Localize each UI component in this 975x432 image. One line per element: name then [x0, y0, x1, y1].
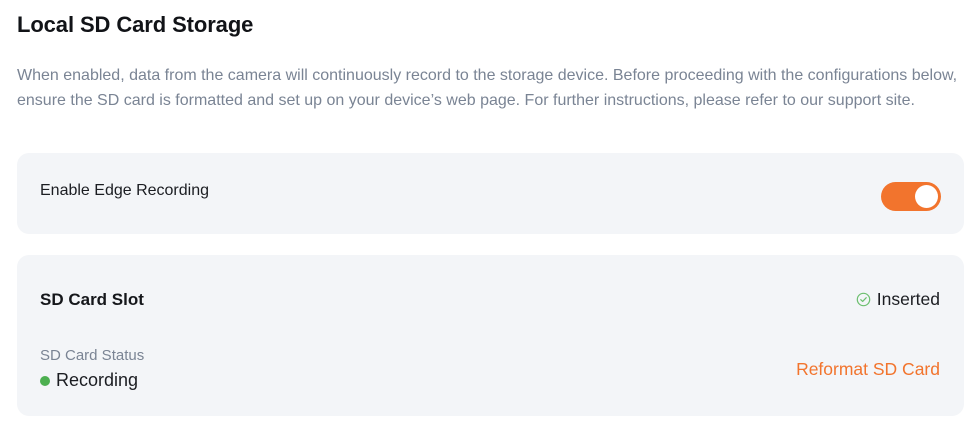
section-title: Local SD Card Storage — [17, 12, 254, 37]
section-description: When enabled, data from the camera will … — [17, 67, 958, 109]
check-circle-icon — [856, 292, 871, 307]
edge-recording-card: Enable Edge Recording — [17, 153, 964, 234]
sd-card-slot-state: Inserted — [856, 289, 940, 310]
sd-card-status-value: Recording — [40, 370, 138, 391]
edge-recording-label: Enable Edge Recording — [40, 182, 210, 199]
sd-card-status-text: Recording — [56, 370, 139, 390]
reformat-sd-card-button[interactable]: Reformat SD Card — [796, 359, 940, 380]
sd-card-slot-state-label: Inserted — [876, 289, 940, 309]
recording-status-dot-icon — [40, 375, 50, 386]
edge-recording-toggle[interactable] — [881, 182, 941, 211]
sd-card-slot-card: SD Card Slot Inserted SD Card Status Rec… — [17, 255, 964, 416]
sd-card-status-label: SD Card Status — [40, 347, 145, 364]
toggle-knob — [915, 185, 938, 208]
sd-card-slot-title: SD Card Slot — [40, 290, 144, 309]
